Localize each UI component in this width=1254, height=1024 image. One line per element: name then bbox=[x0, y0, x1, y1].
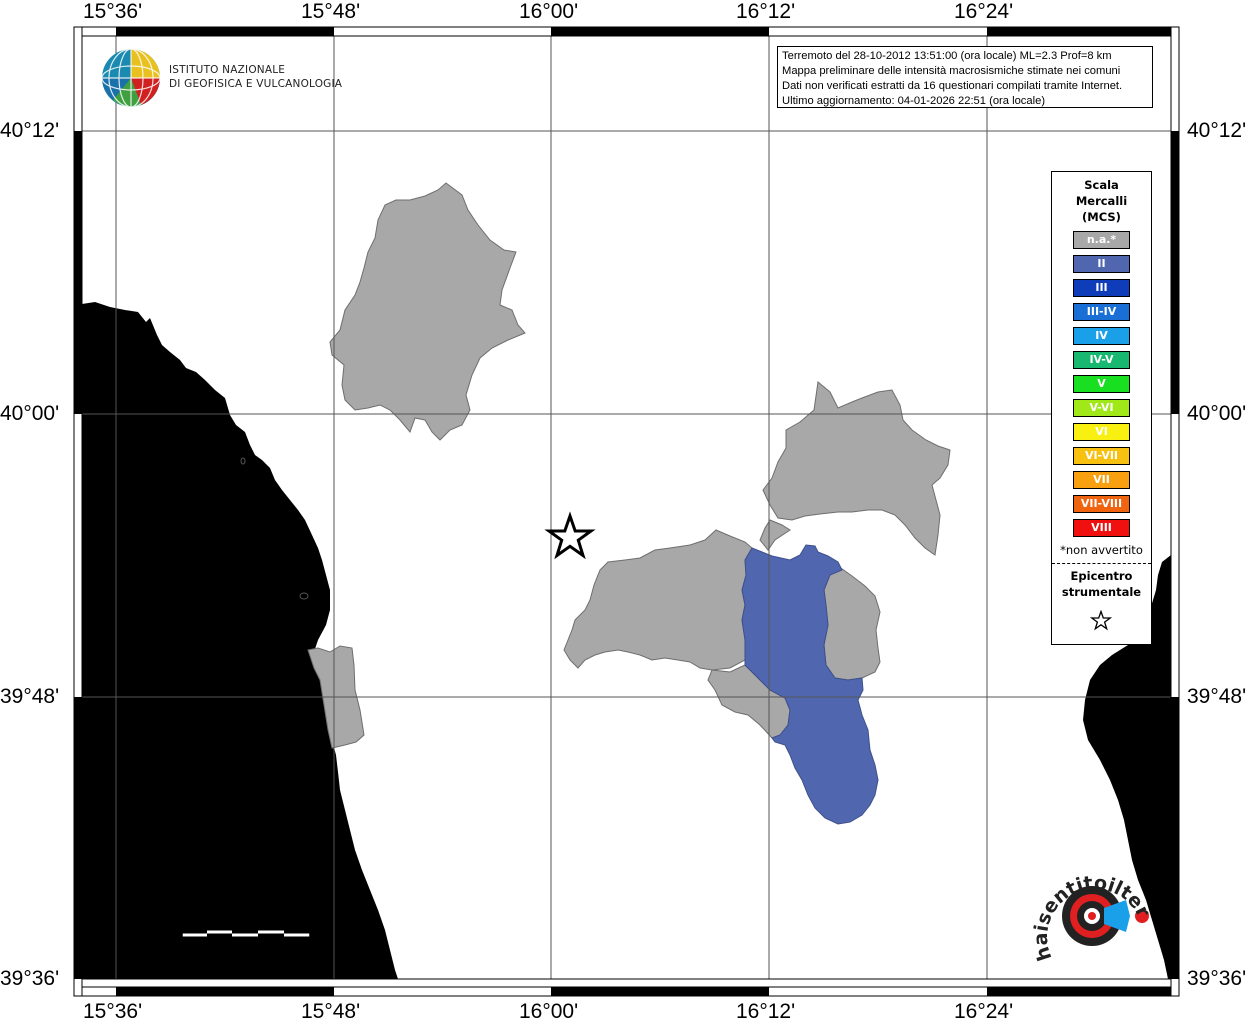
legend-epicenter-line2: strumentale bbox=[1061, 585, 1142, 599]
scale-zero-label: 0 bbox=[175, 944, 187, 967]
legend-divider bbox=[1052, 563, 1151, 564]
mcs-legend: Scala Mercalli (MCS) n.a.* II III III-IV IV I… bbox=[1051, 171, 1152, 645]
ingv-name-line1: ISTITUTO NAZIONALE bbox=[169, 64, 286, 76]
legend-note: *non avvertito bbox=[1060, 543, 1143, 557]
legend-title: Scala Mercalli (MCS) bbox=[1052, 177, 1151, 225]
lon-label-bottom-4: 16°12' bbox=[736, 1000, 796, 1023]
legend-item: V bbox=[1073, 375, 1130, 393]
event-info-line4: Ultimo aggiornamento: 04-01-2026 22:51 (… bbox=[782, 95, 1046, 107]
legend-item: IV bbox=[1073, 327, 1130, 345]
legend-epicenter-label: Epicentro strumentale bbox=[1052, 568, 1151, 600]
legend-title-line3: (MCS) bbox=[1082, 210, 1121, 224]
lat-label-left-1: 40°12' bbox=[0, 119, 60, 142]
legend-item: VI bbox=[1073, 423, 1130, 441]
lon-label-bottom-5: 16°24' bbox=[954, 1000, 1014, 1023]
legend-items: n.a.* II III III-IV IV IV-V V V-VI VI VI-VII VII VI… bbox=[1052, 231, 1151, 537]
scale-max-label: 10 bbox=[297, 944, 321, 967]
legend-item: V-VI bbox=[1073, 399, 1130, 417]
event-info-line2: Mappa preliminare delle intensità macros… bbox=[782, 65, 1121, 77]
lat-label-right-1: 40°12' bbox=[1187, 119, 1247, 142]
lat-label-left-3: 39°48' bbox=[0, 685, 60, 708]
event-info-line3: Dati non verificati estratti da 16 quest… bbox=[782, 80, 1123, 92]
legend-title-line1: Scala bbox=[1084, 178, 1119, 192]
haisentito-logo-icon: haisentitoilterremoto.it bbox=[1030, 858, 1155, 963]
legend-item: III bbox=[1073, 279, 1130, 297]
ingv-name: ISTITUTO NAZIONALE DI GEOFISICA E VULCAN… bbox=[169, 63, 342, 91]
ingv-name-line2: DI GEOFISICA E VULCANOLOGIA bbox=[169, 78, 343, 90]
legend-item: VIII bbox=[1073, 519, 1130, 537]
event-info-line1: Terremoto del 28-10-2012 13:51:00 (ora l… bbox=[782, 50, 1112, 62]
lon-label-top-4: 16°12' bbox=[736, 0, 796, 23]
lon-label-top-3: 16°00' bbox=[519, 0, 579, 23]
lat-label-right-2: 40°00' bbox=[1187, 402, 1247, 425]
lat-label-left-4: 39°36' bbox=[0, 967, 60, 990]
legend-item: III-IV bbox=[1073, 303, 1130, 321]
legend-title-line2: Mercalli bbox=[1075, 194, 1128, 208]
legend-item: II bbox=[1073, 255, 1130, 273]
lon-label-top-1: 15°36' bbox=[83, 0, 143, 23]
legend-item: VI-VII bbox=[1073, 447, 1130, 465]
lat-label-right-3: 39°48' bbox=[1187, 685, 1247, 708]
lat-label-right-4: 39°36' bbox=[1187, 967, 1247, 990]
legend-item: VII-VIII bbox=[1073, 495, 1130, 513]
legend-item: VII bbox=[1073, 471, 1130, 489]
lon-label-bottom-1: 15°36' bbox=[83, 1000, 143, 1023]
legend-epicenter-line1: Epicentro bbox=[1070, 569, 1133, 583]
lon-label-top-5: 16°24' bbox=[954, 0, 1014, 23]
event-info-box: Terremoto del 28-10-2012 13:51:00 (ora l… bbox=[777, 46, 1153, 108]
ingv-globe-icon bbox=[101, 48, 161, 108]
lat-label-left-2: 40°00' bbox=[0, 402, 60, 425]
scale-unit: km bbox=[225, 888, 263, 919]
lon-label-bottom-3: 16°00' bbox=[519, 1000, 579, 1023]
lon-label-bottom-2: 15°48' bbox=[301, 1000, 361, 1023]
lon-label-top-2: 15°48' bbox=[301, 0, 361, 23]
legend-item: n.a.* bbox=[1073, 231, 1130, 249]
legend-star-icon bbox=[1090, 610, 1112, 631]
legend-item: IV-V bbox=[1073, 351, 1130, 369]
